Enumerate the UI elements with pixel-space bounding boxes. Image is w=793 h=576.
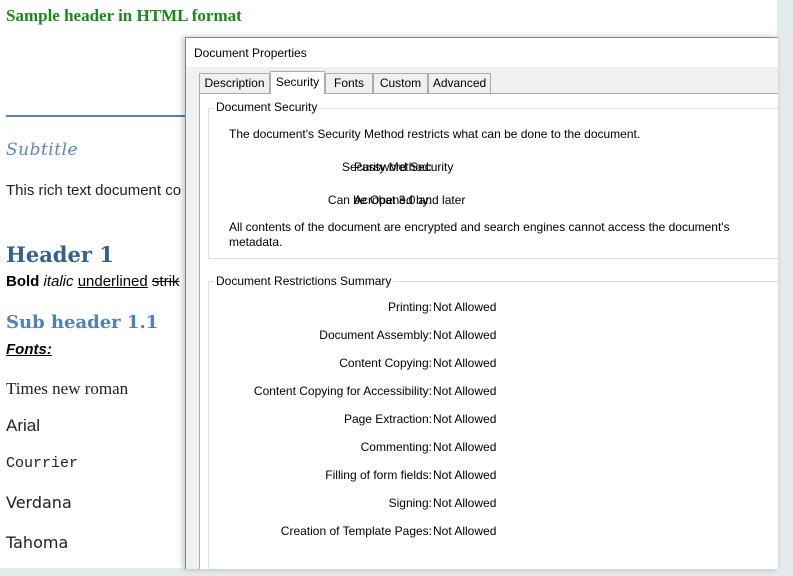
document-subheader: Sub header 1.1	[6, 312, 159, 333]
document-security-heading: Document Security	[214, 100, 320, 114]
fonts-label: Fonts:	[6, 341, 52, 358]
document-header-1: Header 1	[6, 242, 114, 267]
restriction-label: Signing:	[388, 496, 432, 510]
tab-fonts[interactable]: Fonts	[325, 73, 373, 93]
dialog-title: Document Properties	[194, 46, 307, 60]
security-intro-text: The document's Security Method restricts…	[229, 127, 641, 141]
encryption-note: All contents of the document are encrypt…	[229, 220, 730, 249]
restriction-value: Not Allowed	[433, 300, 497, 314]
restriction-label: Content Copying:	[339, 356, 432, 370]
restriction-label: Printing:	[387, 300, 432, 314]
tab-advanced[interactable]: Advanced	[428, 73, 491, 93]
title-divider	[6, 115, 196, 117]
restriction-value: Not Allowed	[433, 468, 497, 482]
tab-custom[interactable]: Custom	[373, 73, 428, 93]
background-strip-right	[777, 0, 793, 576]
restriction-value: Not Allowed	[433, 384, 497, 398]
background-strip-bottom	[0, 568, 793, 576]
bold-sample: Bold	[6, 273, 40, 290]
restrictions-group-border-left	[208, 281, 209, 569]
can-be-opened-value: Acrobat 3.0 and later	[354, 193, 466, 207]
restriction-value: Not Allowed	[433, 524, 497, 538]
document-paragraph: This rich text document co	[6, 182, 182, 199]
security-group-border-left	[208, 108, 209, 258]
restrictions-summary-heading: Document Restrictions Summary	[214, 274, 394, 288]
restriction-value: Not Allowed	[433, 440, 497, 454]
restriction-label: Content Copying for Accessibility:	[253, 384, 432, 398]
dialog-titlebar[interactable]: Document Properties	[186, 38, 778, 67]
restriction-label: Page Extraction:	[343, 412, 432, 426]
restriction-label: Document Assembly:	[319, 328, 432, 342]
italic-sample: italic	[43, 273, 74, 290]
security-method-value: Password Security	[354, 160, 454, 174]
restriction-label: Filling of form fields:	[325, 468, 432, 482]
font-sample-verdana: Verdana	[6, 493, 72, 512]
document-title: Sample header in HTML format	[6, 6, 242, 25]
tab-security[interactable]: Security	[270, 71, 325, 94]
restriction-value: Not Allowed	[433, 496, 497, 510]
font-sample-times: Times new roman	[6, 379, 129, 398]
font-sample-tahoma: Tahoma	[6, 533, 69, 552]
restriction-label: Creation of Template Pages:	[280, 524, 432, 538]
security-group-border-bottom	[208, 258, 778, 259]
document-subtitle: Subtitle	[6, 140, 79, 160]
restriction-label: Commenting:	[360, 440, 432, 454]
restriction-value: Not Allowed	[433, 328, 497, 342]
font-sample-arial: Arial	[6, 416, 41, 435]
tab-description[interactable]: Description	[199, 73, 270, 93]
strikethrough-sample: strik	[151, 273, 180, 290]
document-properties-dialog: Document Properties Description Security…	[185, 37, 778, 569]
underlined-sample: underlined	[77, 273, 148, 290]
restriction-value: Not Allowed	[433, 356, 497, 370]
font-sample-courier: Courrier	[6, 455, 79, 472]
security-tab-panel: Document Security The document's Securit…	[199, 93, 778, 569]
restriction-value: Not Allowed	[433, 412, 497, 426]
style-samples-line: Bold italic underlined strik	[6, 273, 179, 290]
